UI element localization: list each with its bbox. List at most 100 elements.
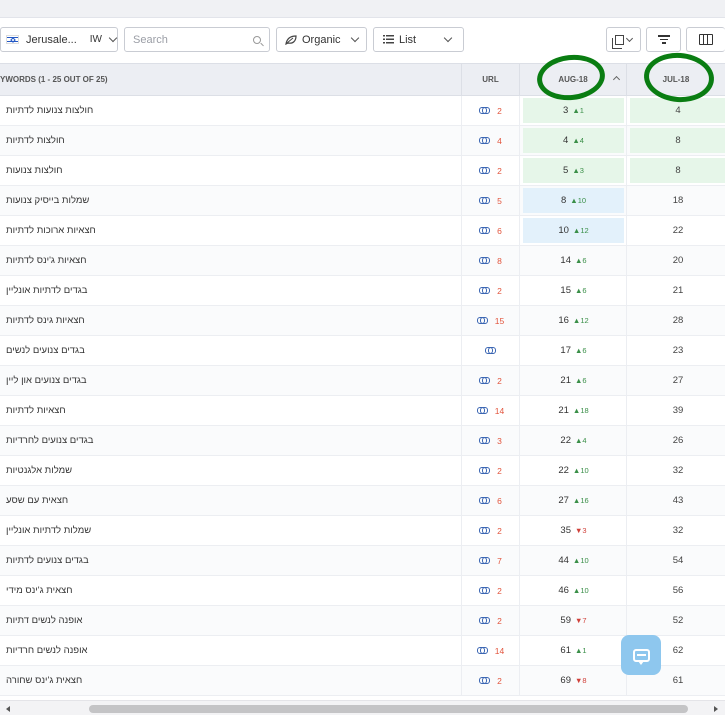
keyword-cell[interactable]: בגדים צנועים לדתיות [0, 546, 461, 575]
jul-cell[interactable]: 8 [626, 126, 725, 155]
url-count[interactable]: 2 [497, 376, 502, 386]
table-row[interactable]: בגדים לדתיות אונליין 2 15 ▲6 21 [0, 276, 725, 306]
jul-cell[interactable]: 52 [626, 606, 725, 635]
aug-cell[interactable]: 15 ▲6 [519, 276, 626, 305]
table-row[interactable]: חצאיות ג'ינס לדתיות 8 14 ▲6 20 [0, 246, 725, 276]
link-icon[interactable] [479, 617, 491, 624]
link-icon[interactable] [479, 677, 491, 684]
link-icon[interactable] [479, 197, 491, 204]
keyword-cell[interactable]: בגדים לדתיות אונליין [0, 276, 461, 305]
view-dropdown[interactable]: List [373, 27, 464, 52]
aug-cell[interactable]: 27 ▲16 [519, 486, 626, 515]
jul-cell[interactable]: 23 [626, 336, 725, 365]
table-row[interactable]: בגדים צנועים לחרדיות 3 22 ▲4 26 [0, 426, 725, 456]
table-row[interactable]: חצאית ג'ינס מידי 2 46 ▲10 56 [0, 576, 725, 606]
jul-cell[interactable]: 32 [626, 456, 725, 485]
url-count[interactable]: 6 [497, 496, 502, 506]
location-selector[interactable]: Jerusale... IW [0, 27, 118, 52]
aug-cell[interactable]: 16 ▲12 [519, 306, 626, 335]
url-count[interactable]: 14 [495, 406, 504, 416]
organic-dropdown[interactable]: Organic [276, 27, 367, 52]
search-icon[interactable] [253, 36, 261, 44]
table-row[interactable]: שמלות בייסיק צנועות 5 8 ▲10 18 [0, 186, 725, 216]
url-count[interactable]: 2 [497, 106, 502, 116]
aug-cell[interactable]: 10 ▲12 [519, 216, 626, 245]
table-row[interactable]: חצאית עם שסע 6 27 ▲16 43 [0, 486, 725, 516]
scroll-right-icon[interactable] [714, 706, 718, 712]
search-input[interactable] [133, 33, 245, 46]
url-count[interactable]: 2 [497, 166, 502, 176]
aug-cell[interactable]: 21 ▲6 [519, 366, 626, 395]
link-icon[interactable] [479, 467, 491, 474]
keyword-cell[interactable]: אופנה לנשים דתיות [0, 606, 461, 635]
keyword-cell[interactable]: בגדים צנועים און ליין [0, 366, 461, 395]
jul-cell[interactable]: 8 [626, 156, 725, 185]
link-icon[interactable] [479, 587, 491, 594]
aug-cell[interactable]: 35 ▼3 [519, 516, 626, 545]
keyword-cell[interactable]: שמלות לדתיות אונליין [0, 516, 461, 545]
aug-cell[interactable]: 14 ▲6 [519, 246, 626, 275]
link-icon[interactable] [479, 107, 491, 114]
jul-cell[interactable]: 27 [626, 366, 725, 395]
jul-cell[interactable]: 43 [626, 486, 725, 515]
keyword-cell[interactable]: שמלות בייסיק צנועות [0, 186, 461, 215]
horizontal-scrollbar[interactable] [0, 700, 725, 715]
keyword-cell[interactable]: חולצות צנועות לדתיות [0, 96, 461, 125]
url-column-header[interactable]: URL [461, 64, 519, 95]
keyword-cell[interactable]: בגדים צנועים לנשים [0, 336, 461, 365]
keyword-cell[interactable]: חצאיות ארוכות לדתיות [0, 216, 461, 245]
table-row[interactable]: חצאיות גינס לדתיות 15 16 ▲12 28 [0, 306, 725, 336]
jul-cell[interactable]: 32 [626, 516, 725, 545]
aug-cell[interactable]: 8 ▲10 [519, 186, 626, 215]
link-icon[interactable] [479, 497, 491, 504]
copy-button[interactable] [606, 27, 641, 52]
jul-cell[interactable]: 20 [626, 246, 725, 275]
table-row[interactable]: בגדים צנועים און ליין 2 21 ▲6 27 [0, 366, 725, 396]
table-row[interactable]: שמלות אלגנטיות 2 22 ▲10 32 [0, 456, 725, 486]
keyword-cell[interactable]: בגדים צנועים לחרדיות [0, 426, 461, 455]
table-row[interactable]: אופנה לנשים דתיות 2 59 ▼7 52 [0, 606, 725, 636]
link-icon[interactable] [479, 167, 491, 174]
keyword-cell[interactable]: חצאית ג'ינס מידי [0, 576, 461, 605]
url-count[interactable]: 2 [497, 676, 502, 686]
keyword-cell[interactable]: חולצות לדתיות [0, 126, 461, 155]
aug-cell[interactable]: 4 ▲4 [519, 126, 626, 155]
keyword-cell[interactable]: חצאיות ג'ינס לדתיות [0, 246, 461, 275]
link-icon[interactable] [479, 137, 491, 144]
url-count[interactable]: 2 [497, 466, 502, 476]
table-row[interactable]: חולצות צנועות 2 5 ▲3 8 [0, 156, 725, 186]
sort-up-icon[interactable] [612, 75, 621, 84]
jul-cell[interactable]: 18 [626, 186, 725, 215]
table-row[interactable]: חצאית ג'ינס שחורה 2 69 ▼8 61 [0, 666, 725, 696]
aug-cell[interactable]: 44 ▲10 [519, 546, 626, 575]
keyword-cell[interactable]: חצאית עם שסע [0, 486, 461, 515]
jul-cell[interactable]: 22 [626, 216, 725, 245]
link-icon[interactable] [479, 227, 491, 234]
aug-cell[interactable]: 3 ▲1 [519, 96, 626, 125]
keyword-cell[interactable]: חצאיות לדתיות [0, 396, 461, 425]
aug-cell[interactable]: 17 ▲6 [519, 336, 626, 365]
url-count[interactable]: 8 [497, 256, 502, 266]
url-count[interactable]: 2 [497, 526, 502, 536]
keywords-column-header[interactable]: YWORDS (1 - 25 OUT OF 25) [0, 64, 461, 95]
table-row[interactable]: בגדים צנועים לנשים 17 ▲6 23 [0, 336, 725, 366]
link-icon[interactable] [479, 377, 491, 384]
aug-cell[interactable]: 61 ▲1 [519, 636, 626, 665]
aug-cell[interactable]: 22 ▲4 [519, 426, 626, 455]
url-count[interactable]: 3 [497, 436, 502, 446]
jul-cell[interactable]: 56 [626, 576, 725, 605]
url-count[interactable]: 15 [495, 316, 504, 326]
table-row[interactable]: חצאיות לדתיות 14 21 ▲18 39 [0, 396, 725, 426]
url-count[interactable]: 7 [497, 556, 502, 566]
jul-cell[interactable]: 54 [626, 546, 725, 575]
link-icon[interactable] [476, 317, 488, 324]
keyword-cell[interactable]: חצאיות גינס לדתיות [0, 306, 461, 335]
chat-button[interactable] [621, 635, 661, 675]
table-row[interactable]: חצאיות ארוכות לדתיות 6 10 ▲12 22 [0, 216, 725, 246]
scroll-left-icon[interactable] [6, 706, 10, 712]
link-icon[interactable] [476, 647, 488, 654]
aug-cell[interactable]: 22 ▲10 [519, 456, 626, 485]
columns-button[interactable] [686, 27, 725, 52]
aug-cell[interactable]: 69 ▼8 [519, 666, 626, 695]
link-icon[interactable] [479, 257, 491, 264]
